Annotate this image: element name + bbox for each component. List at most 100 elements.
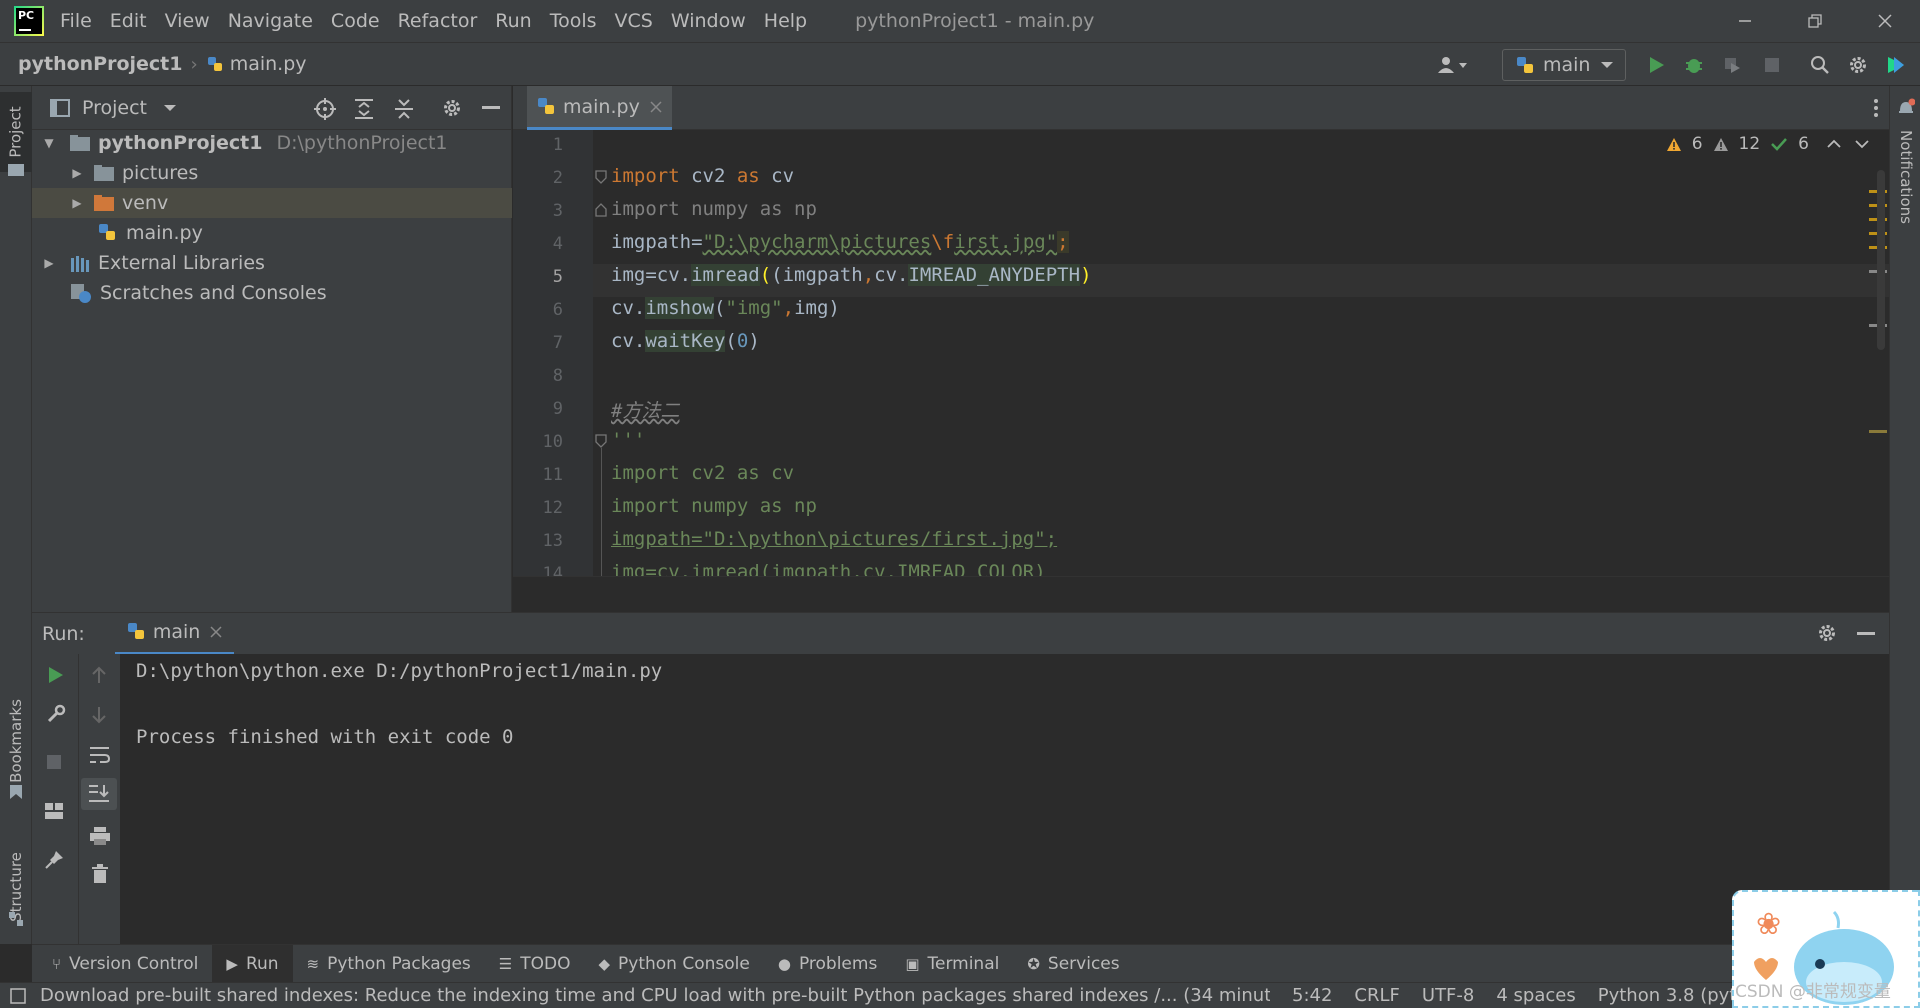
menu-code[interactable]: Code (331, 10, 380, 32)
scroll-to-end-button[interactable] (81, 778, 117, 810)
menu-refactor[interactable]: Refactor (398, 10, 478, 32)
line-number: 10 (542, 432, 563, 452)
chevron-right-icon[interactable]: ▶ (42, 256, 56, 270)
fold-icon[interactable] (595, 203, 607, 217)
chevron-down-icon[interactable] (163, 103, 177, 113)
tool-version-control[interactable]: ⑂ Version Control (38, 945, 212, 983)
collapse-all-button[interactable] (394, 98, 414, 120)
restore-button[interactable] (1780, 0, 1850, 42)
run-console[interactable]: D:\python\python.exe D:/pythonProject1/m… (120, 654, 1889, 944)
chevron-right-icon[interactable]: ▶ (70, 166, 84, 180)
vcs-user-button[interactable] (1434, 53, 1474, 77)
select-opened-file-button[interactable] (314, 98, 336, 120)
breadcrumb-file[interactable]: main.py (230, 53, 307, 75)
rerun-button[interactable] (46, 666, 64, 684)
tree-item-main-py[interactable]: main.py (32, 218, 512, 248)
chevron-down-icon[interactable]: ▼ (42, 136, 56, 150)
menu-file[interactable]: File (60, 10, 92, 32)
trash-icon (92, 864, 108, 883)
settings-button[interactable] (1846, 53, 1870, 77)
token: (imgpath (771, 264, 863, 286)
tab-actions-button[interactable] (1873, 98, 1879, 118)
hide-panel-button[interactable] (482, 106, 500, 110)
run-button[interactable] (1644, 53, 1668, 77)
menu-vcs[interactable]: VCS (615, 10, 653, 32)
scroll-up-button[interactable] (91, 666, 107, 684)
error-stripe-mark[interactable] (1869, 430, 1887, 433)
pin-tab-button[interactable] (44, 850, 64, 870)
status-toggle-icon[interactable] (10, 988, 26, 1004)
line-separator[interactable]: CRLF (1354, 985, 1399, 1006)
inspection-widget[interactable]: 6 12 6 (1666, 134, 1869, 154)
menu-run[interactable]: Run (495, 10, 531, 32)
tree-item-scratches[interactable]: Scratches and Consoles (32, 278, 512, 308)
hide-run-panel-button[interactable] (1857, 632, 1875, 636)
close-icon[interactable] (210, 626, 222, 638)
project-view-title[interactable]: Project (82, 97, 147, 119)
status-bar: Download pre-built shared indexes: Reduc… (0, 982, 1920, 1008)
print-button[interactable] (89, 826, 111, 846)
ide-update-button[interactable] (1884, 53, 1908, 77)
pycharm-logo-icon: PC (14, 6, 44, 36)
caret-position[interactable]: 5:42 (1292, 985, 1332, 1006)
code-editor[interactable]: 1 2 3 4 5 6 7 8 9 10 11 12 13 14 import … (513, 130, 1889, 576)
tool-todo[interactable]: ☰ TODO (485, 945, 585, 983)
run-settings-button[interactable] (1817, 623, 1837, 643)
chevron-up-icon[interactable] (1827, 139, 1841, 149)
clear-all-button[interactable] (91, 864, 109, 884)
tab-notifications[interactable]: Notifications (1890, 122, 1920, 232)
tool-python-packages[interactable]: ≋ Python Packages (293, 945, 485, 983)
tree-item-venv[interactable]: ▶ venv (32, 188, 512, 218)
breadcrumb-project[interactable]: pythonProject1 (18, 53, 183, 75)
menu-view[interactable]: View (165, 10, 210, 32)
stop-button[interactable] (1760, 53, 1784, 77)
chevron-down-icon[interactable] (1855, 139, 1869, 149)
minimize-button[interactable] (1710, 0, 1780, 42)
edit-config-button[interactable] (46, 704, 66, 724)
tree-item-pictures[interactable]: ▶ pictures (32, 158, 512, 188)
line-number: 1 (552, 135, 563, 155)
indent-setting[interactable]: 4 spaces (1496, 985, 1575, 1006)
tool-problems[interactable]: ● Problems (764, 945, 891, 983)
stop-run-button[interactable] (46, 754, 62, 770)
close-window-button[interactable] (1850, 0, 1920, 42)
layout-button[interactable] (44, 802, 64, 820)
menu-navigate[interactable]: Navigate (228, 10, 313, 32)
run-tab-main[interactable]: main (114, 613, 235, 655)
soft-wrap-button[interactable] (89, 746, 111, 764)
menu-help[interactable]: Help (764, 10, 807, 32)
fold-icon[interactable] (595, 170, 607, 184)
python-interpreter[interactable]: Python 3.8 (pyth (1598, 985, 1748, 1006)
folder-icon (70, 135, 90, 151)
excluded-folder-icon (94, 195, 114, 211)
notifications-bell-icon[interactable] (1897, 98, 1915, 116)
code-line-7: cv.waitKey(0) (611, 330, 760, 352)
tool-run[interactable]: ▶ Run (212, 944, 293, 983)
tab-project-side[interactable]: Project (0, 92, 32, 172)
close-icon[interactable] (650, 100, 662, 113)
project-settings-button[interactable] (442, 98, 462, 118)
menu-tools[interactable]: Tools (550, 10, 597, 32)
search-everywhere-button[interactable] (1808, 53, 1832, 77)
menu-window[interactable]: Window (671, 10, 746, 32)
tree-item-external-libraries[interactable]: ▶ External Libraries (32, 248, 512, 278)
file-encoding[interactable]: UTF-8 (1422, 985, 1474, 1006)
coverage-button[interactable] (1720, 53, 1744, 77)
tool-services[interactable]: ✪ Services (1013, 945, 1133, 983)
tab-bookmarks[interactable]: Bookmarks (0, 686, 32, 796)
expand-all-button[interactable] (354, 98, 374, 120)
tool-terminal[interactable]: ▣ Terminal (891, 945, 1013, 983)
fold-icon[interactable] (595, 434, 607, 448)
run-configuration-dropdown[interactable]: main (1502, 49, 1626, 81)
tool-python-console[interactable]: ◆ Python Console (584, 945, 763, 983)
tree-item-project-root[interactable]: ▼ pythonProject1 D:\pythonProject1 (32, 128, 512, 158)
vertical-scrollbar[interactable] (1877, 170, 1885, 350)
chevron-right-icon[interactable]: ▶ (70, 196, 84, 210)
horizontal-scrollbar-area[interactable] (513, 576, 1889, 612)
debug-button[interactable] (1682, 53, 1706, 77)
scroll-down-button[interactable] (91, 706, 107, 724)
status-message[interactable]: Download pre-built shared indexes: Reduc… (40, 985, 1270, 1006)
editor-tab-main-py[interactable]: main.py (527, 86, 672, 130)
menu-edit[interactable]: Edit (110, 10, 147, 32)
terminal-icon: ▣ (905, 954, 920, 973)
